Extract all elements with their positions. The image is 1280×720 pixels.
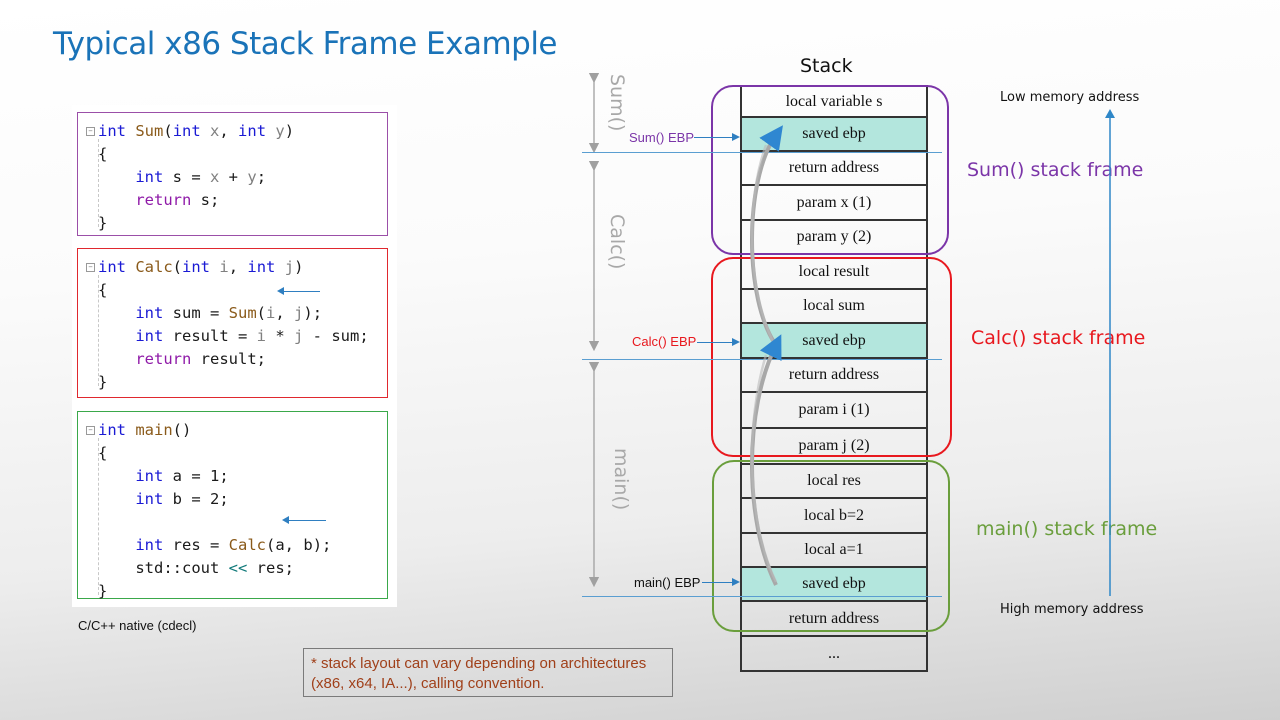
code-line: std::cout << res; (135, 559, 294, 577)
low-memory-label: Low memory address (1000, 90, 1140, 105)
memory-direction-arrow (1105, 109, 1115, 596)
code-line: } (98, 582, 108, 600)
code-line: { (98, 281, 108, 299)
code-line: int Calc(int i, int j) (98, 258, 304, 276)
calc-ebp-arrow (697, 338, 740, 346)
code-line: return s; (135, 191, 220, 209)
code-line: return result; (135, 350, 266, 368)
calc-ebp-label: Calc() EBP (632, 334, 697, 349)
page-title: Typical x86 Stack Frame Example (53, 26, 558, 62)
main-function-code: − int main(){ int a = 1; int b = 2; int r… (77, 411, 388, 600)
chain-arrow-sum-to-calc (750, 144, 778, 349)
layout-note: * stack layout can vary depending on arc… (303, 648, 673, 697)
high-memory-label: High memory address (1000, 602, 1144, 617)
main-frame-label: main() stack frame (976, 518, 1158, 540)
sum-function-code: − int Sum(int x, int y){ int s = x + y; r… (77, 112, 388, 236)
call-arrow-sum (277, 287, 320, 295)
code-caption: C/C++ native (cdecl) (78, 618, 197, 633)
code-line: } (98, 373, 108, 391)
code-panel: − int Sum(int x, int y){ int s = x + y; r… (72, 105, 397, 607)
code-line: int Sum(int x, int y) (98, 122, 295, 140)
code-line: int res = Calc(a, b); (135, 536, 332, 554)
code-line: int b = 2; (135, 490, 229, 508)
main-ebp-label: main() EBP (634, 575, 701, 590)
code-line: int s = x + y; (135, 168, 267, 186)
code-line: int a = 1; (135, 467, 229, 485)
code-line: int main() (98, 421, 192, 439)
code-line: { (98, 444, 108, 462)
sum-range-label: Sum() (606, 74, 628, 132)
saved-ebp-chain (750, 125, 783, 586)
code-line: int sum = Sum(i, j); (135, 304, 323, 322)
chain-arrow-calc-to-main (750, 354, 778, 583)
main-ebp-arrow (702, 578, 740, 586)
code-line: } (98, 214, 108, 232)
code-line: int result = i * j - sum; (135, 327, 369, 345)
stack-cell: ... (740, 637, 928, 672)
sum-ebp-label: Sum() EBP (629, 130, 695, 145)
stack-title: Stack (800, 55, 853, 77)
chain-arrow-calc-to-sum (750, 125, 783, 347)
main-range-label: main() (610, 448, 632, 511)
call-arrow-calc (282, 516, 326, 524)
code-line: { (98, 145, 108, 163)
calc-range-label: Calc() (606, 214, 628, 270)
calc-function-code: − int Calc(int i, int j){ int sum = Sum(i… (77, 248, 388, 398)
sum-ebp-arrow (694, 133, 740, 141)
frame-range-arrows (588, 72, 600, 588)
